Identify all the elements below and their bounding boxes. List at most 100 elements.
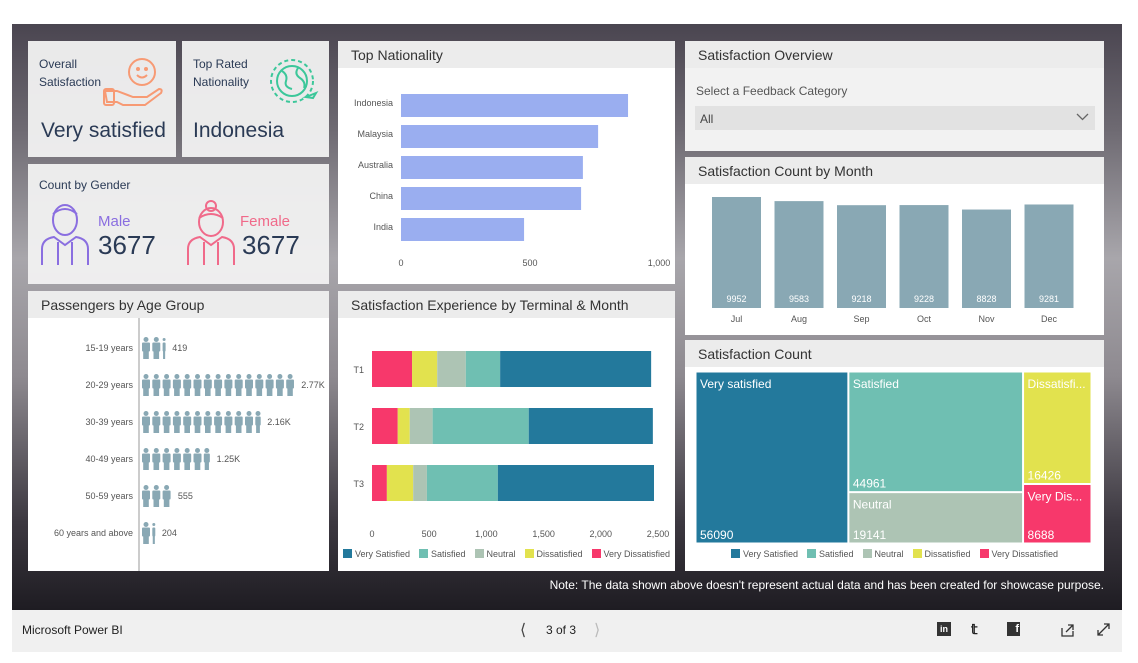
facebook-icon[interactable]: f — [1007, 622, 1020, 636]
fullscreen-icon[interactable] — [1096, 622, 1111, 637]
legend-item[interactable]: Neutral — [862, 549, 904, 559]
person-icon — [152, 523, 156, 544]
person-icon — [234, 411, 243, 433]
person-legs — [143, 461, 149, 470]
person-icon — [142, 374, 150, 396]
x-tick-label: 0 — [369, 529, 374, 539]
person-head — [143, 374, 149, 379]
person-icon — [255, 411, 261, 433]
person-legs — [184, 461, 190, 470]
legend-item[interactable]: Very Satisfied — [730, 549, 798, 559]
person-icon — [152, 337, 161, 359]
month-panel: Satisfaction Count by Month 9952 Jul 9583 A… — [685, 157, 1104, 335]
person-head — [164, 448, 170, 453]
satisfaction-overview-panel: Satisfaction Overview Select a Feedback … — [685, 41, 1104, 151]
person-icon — [245, 411, 253, 433]
person-icon — [142, 411, 150, 433]
month-label: Sep — [853, 314, 869, 324]
person-head — [184, 448, 190, 453]
legend-item[interactable]: Neutral — [474, 549, 516, 559]
age-group-value: 2.77K — [301, 380, 325, 390]
age-group-value: 419 — [172, 343, 187, 353]
person-head — [225, 411, 231, 416]
person-head — [255, 411, 261, 416]
top-nationality-panel: Top Nationality Indonesia Malaysia Austral… — [338, 41, 675, 284]
person-head — [225, 374, 231, 379]
person-icon — [162, 485, 171, 507]
legend-item[interactable]: Dissatisfied — [912, 549, 971, 559]
page-indicator: 3 of 3 — [546, 623, 577, 637]
globe-plane-icon — [270, 59, 319, 103]
person-head — [174, 374, 180, 379]
treemap-tile-label: Satisfied — [853, 377, 899, 391]
nationality-bar-chart: Indonesia Malaysia Australia China India 0 500… — [354, 94, 670, 268]
legend-item[interactable]: Very Satisfied — [342, 549, 410, 559]
legend-item[interactable]: Very Dissatisfied — [591, 549, 670, 559]
person-icon — [183, 411, 192, 433]
month-bar-value: 9281 — [1039, 294, 1059, 304]
person-legs — [143, 498, 149, 507]
person-legs — [163, 461, 170, 470]
age-group-value: 204 — [162, 528, 177, 538]
nationality-bar — [401, 94, 629, 117]
prev-page-button[interactable]: ⟨ — [520, 620, 526, 640]
legend-item[interactable]: Very Dissatisfied — [979, 549, 1059, 559]
person-icon — [193, 411, 202, 433]
age-group-panel: Passengers by Age Group 15-19 years 419 20… — [28, 291, 329, 571]
person-legs — [215, 424, 221, 433]
chevron-down-icon — [1076, 113, 1089, 121]
treemap-tile-label: Very Dis... — [1028, 489, 1083, 503]
legend-swatch — [862, 549, 872, 558]
satisfaction-treemap: Very satisfied 56090 Satisfied 44961 Neutral… — [695, 371, 1092, 544]
legend-swatch — [524, 549, 534, 558]
person-legs — [143, 350, 149, 359]
person-legs — [163, 387, 170, 396]
age-group-label: 50-59 years — [85, 491, 133, 501]
feedback-category-dropdown[interactable]: All — [695, 106, 1095, 130]
month-bar-value: 9228 — [914, 294, 934, 304]
person-icon — [245, 374, 253, 396]
treemap-title: Satisfaction Count — [685, 340, 1104, 367]
person-icon — [286, 374, 294, 396]
satisfaction-count-panel: Satisfaction Count Very satisfied 56090 Sa… — [685, 340, 1104, 571]
male-person-icon — [41, 204, 89, 265]
person-head — [143, 448, 149, 453]
stacked-segment — [426, 465, 498, 501]
person-legs — [184, 424, 190, 433]
twitter-icon[interactable]: 𝕥 — [971, 621, 978, 638]
next-page-button[interactable]: ⟩ — [594, 620, 600, 640]
person-icon — [214, 411, 223, 433]
nationality-label: Malaysia — [357, 129, 393, 139]
count-by-gender-card: Count by Gender Male 3677 Female 3677 — [28, 164, 329, 284]
month-label: Dec — [1041, 314, 1058, 324]
person-legs — [256, 387, 263, 396]
power-bi-brand[interactable]: Microsoft Power BI — [22, 623, 123, 637]
legend-item[interactable]: Satisfied — [418, 549, 466, 559]
person-legs — [194, 387, 201, 396]
person-legs — [174, 461, 180, 470]
person-icon — [234, 374, 243, 396]
legend-label: Dissatisfied — [924, 549, 971, 559]
gender-title: Count by Gender — [39, 178, 131, 192]
person-head — [246, 374, 252, 379]
person-legs — [204, 461, 209, 470]
person-legs — [163, 350, 166, 359]
person-legs — [174, 424, 180, 433]
share-icon[interactable] — [1060, 622, 1075, 637]
month-bar — [899, 205, 949, 308]
person-legs — [163, 498, 170, 507]
legend-item[interactable]: Dissatisfied — [524, 549, 583, 559]
linkedin-icon[interactable]: in — [937, 622, 951, 636]
legend-swatch — [730, 549, 740, 558]
overall-satisfaction-value: Very satisfied — [41, 119, 166, 142]
person-head — [153, 411, 159, 416]
legend-item[interactable]: Satisfied — [806, 549, 854, 559]
person-legs — [153, 461, 160, 470]
female-person-icon — [187, 200, 235, 265]
month-bar — [774, 201, 824, 308]
stacked-segment — [528, 408, 653, 444]
legend-label: Very Dissatisfied — [991, 549, 1059, 559]
person-icon — [172, 448, 181, 470]
person-legs — [143, 387, 149, 396]
x-tick-label: 0 — [398, 258, 403, 268]
